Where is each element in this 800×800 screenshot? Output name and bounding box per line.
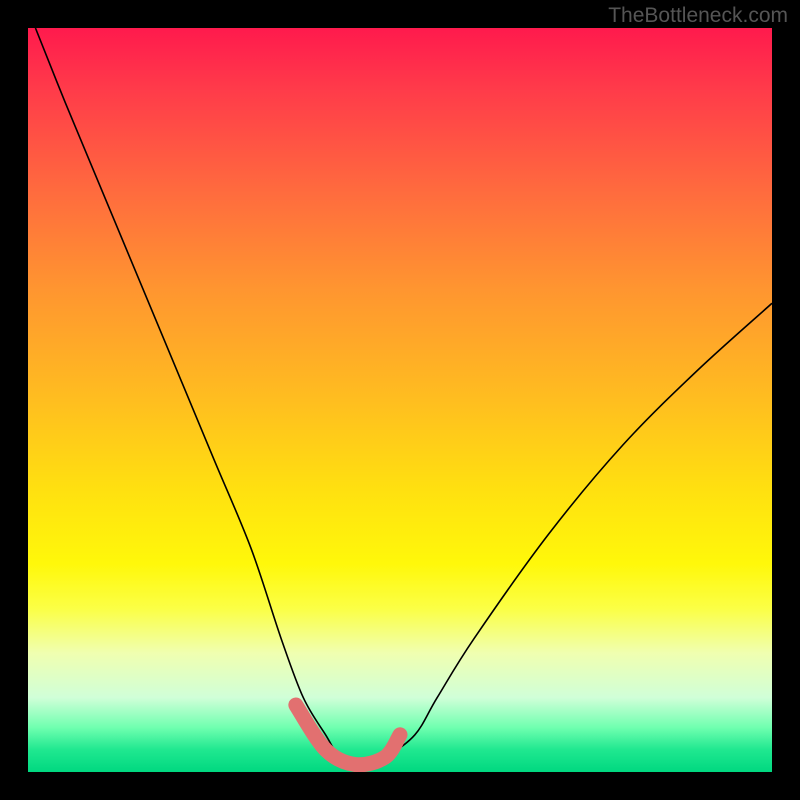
watermark-text: TheBottleneck.com bbox=[608, 4, 788, 28]
bottleneck-curve bbox=[35, 28, 772, 765]
chart-svg bbox=[28, 28, 772, 772]
chart-plot-area bbox=[28, 28, 772, 772]
